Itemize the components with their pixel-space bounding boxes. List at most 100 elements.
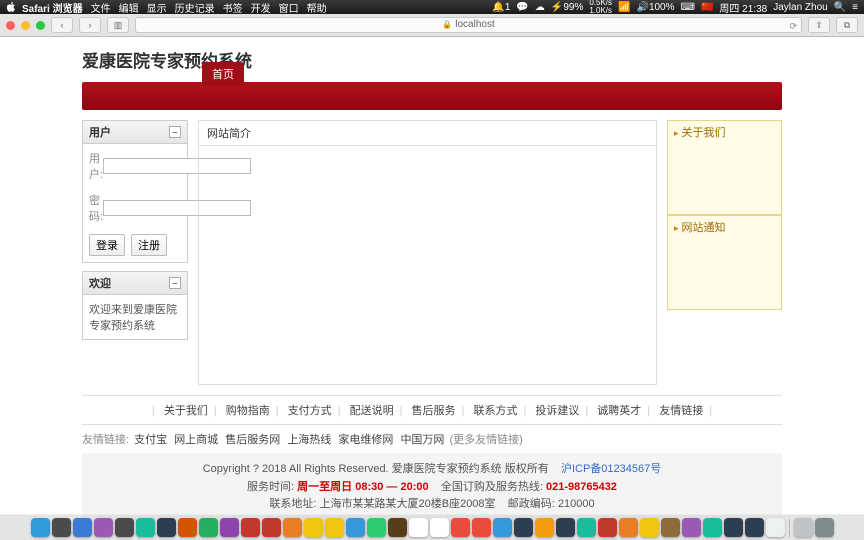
footer-link[interactable]: 关于我们 bbox=[164, 405, 208, 417]
dock-app-icon[interactable] bbox=[388, 518, 407, 537]
tabs-button[interactable]: ⧉ bbox=[836, 17, 858, 33]
footer-link[interactable]: 配送说明 bbox=[350, 405, 394, 417]
forward-button[interactable]: › bbox=[79, 17, 101, 33]
url-bar[interactable]: 🔒localhost ⟳ bbox=[135, 17, 802, 33]
footer-link[interactable]: 友情链接 bbox=[659, 405, 703, 417]
dock-app-icon[interactable] bbox=[304, 518, 323, 537]
window-close-button[interactable] bbox=[6, 21, 15, 30]
dock-app-icon[interactable] bbox=[346, 518, 365, 537]
friend-link[interactable]: 家电维修网 bbox=[338, 434, 393, 446]
flag-icon[interactable]: 🇨🇳 bbox=[701, 2, 713, 13]
dock-app-icon[interactable] bbox=[73, 518, 92, 537]
friend-link[interactable]: 中国万网 bbox=[400, 434, 444, 446]
dock-app-icon[interactable] bbox=[115, 518, 134, 537]
notification-icon[interactable]: 🔔1 bbox=[492, 2, 510, 13]
menu-view[interactable]: 显示 bbox=[147, 0, 167, 15]
footer-link[interactable]: 售后服务 bbox=[412, 405, 456, 417]
dock-app-icon[interactable] bbox=[220, 518, 239, 537]
dock-app-icon[interactable] bbox=[409, 518, 428, 537]
menu-help[interactable]: 帮助 bbox=[307, 0, 327, 15]
menu-file[interactable]: 文件 bbox=[91, 0, 111, 15]
friend-link[interactable]: 上海热线 bbox=[287, 434, 331, 446]
dock-app-icon[interactable] bbox=[745, 518, 764, 537]
dock-app-icon[interactable] bbox=[94, 518, 113, 537]
dock-app-icon[interactable] bbox=[367, 518, 386, 537]
share-button[interactable]: ⇪ bbox=[808, 17, 830, 33]
hotline-label: 全国订购及服务热线: bbox=[441, 481, 543, 493]
dock-app-icon[interactable] bbox=[724, 518, 743, 537]
friend-links-more[interactable]: (更多友情链接) bbox=[450, 434, 523, 446]
dock-app-icon[interactable] bbox=[451, 518, 470, 537]
dock-app-icon[interactable] bbox=[794, 518, 813, 537]
dock-app-icon[interactable] bbox=[472, 518, 491, 537]
nav-tab-home[interactable]: 首页 bbox=[202, 62, 244, 86]
window-maximize-button[interactable] bbox=[36, 21, 45, 30]
dock-app-icon[interactable] bbox=[619, 518, 638, 537]
icp-link[interactable]: 沪ICP备01234567号 bbox=[561, 463, 661, 475]
dock-app-icon[interactable] bbox=[157, 518, 176, 537]
dock-app-icon[interactable] bbox=[262, 518, 281, 537]
dock-app-icon[interactable] bbox=[661, 518, 680, 537]
dock-app-icon[interactable] bbox=[136, 518, 155, 537]
apple-logo-icon bbox=[6, 2, 16, 12]
net-speed: 0.5K/s1.0K/s bbox=[589, 0, 612, 15]
spotlight-icon[interactable]: 🔍 bbox=[834, 2, 846, 13]
back-button[interactable]: ‹ bbox=[51, 17, 73, 33]
footer-link[interactable]: 购物指南 bbox=[226, 405, 270, 417]
dock-app-icon[interactable] bbox=[577, 518, 596, 537]
dock-app-icon[interactable] bbox=[703, 518, 722, 537]
menu-history[interactable]: 历史记录 bbox=[175, 0, 215, 15]
sidebar-toggle-button[interactable]: ▥ bbox=[107, 17, 129, 33]
dock-app-icon[interactable] bbox=[31, 518, 50, 537]
dock-app-icon[interactable] bbox=[241, 518, 260, 537]
footer-link[interactable]: 支付方式 bbox=[288, 405, 332, 417]
menu-edit[interactable]: 编辑 bbox=[119, 0, 139, 15]
dock-app-icon[interactable] bbox=[52, 518, 71, 537]
address-value: 上海市某某路某大厦20楼B座2008室 bbox=[320, 498, 496, 510]
footer-link[interactable]: 联系方式 bbox=[473, 405, 517, 417]
menu-develop[interactable]: 开发 bbox=[251, 0, 271, 15]
collapse-icon[interactable]: – bbox=[169, 126, 181, 138]
register-button[interactable]: 注册 bbox=[131, 234, 167, 256]
dock-app-icon[interactable] bbox=[556, 518, 575, 537]
dock-app-icon[interactable] bbox=[535, 518, 554, 537]
friend-link[interactable]: 售后服务网 bbox=[225, 434, 280, 446]
collapse-icon[interactable]: – bbox=[169, 277, 181, 289]
dock-app-icon[interactable] bbox=[514, 518, 533, 537]
dock-app-icon[interactable] bbox=[766, 518, 785, 537]
dock-app-icon[interactable] bbox=[815, 518, 834, 537]
dock-app-icon[interactable] bbox=[682, 518, 701, 537]
page-footer: | 关于我们| 购物指南| 支付方式| 配送说明| 售后服务| 联系方式| 投诉… bbox=[82, 395, 782, 522]
dock-app-icon[interactable] bbox=[283, 518, 302, 537]
footer-link[interactable]: 投诉建议 bbox=[535, 405, 579, 417]
footer-link[interactable]: 诚聘英才 bbox=[597, 405, 641, 417]
friend-links-label: 友情链接: bbox=[82, 434, 129, 446]
menu-window[interactable]: 窗口 bbox=[279, 0, 299, 15]
dock-app-icon[interactable] bbox=[430, 518, 449, 537]
dock-app-icon[interactable] bbox=[199, 518, 218, 537]
site-intro-panel: 网站简介 bbox=[198, 120, 657, 385]
friend-link[interactable]: 支付宝 bbox=[134, 434, 167, 446]
dock-app-icon[interactable] bbox=[493, 518, 512, 537]
login-button[interactable]: 登录 bbox=[89, 234, 125, 256]
dock-app-icon[interactable] bbox=[178, 518, 197, 537]
wifi-icon[interactable]: 📶 bbox=[618, 2, 630, 13]
dock-app-icon[interactable] bbox=[640, 518, 659, 537]
about-us-title: 关于我们 bbox=[668, 121, 781, 143]
cloud-icon[interactable]: ☁ bbox=[535, 2, 545, 13]
menu-bookmarks[interactable]: 书签 bbox=[223, 0, 243, 15]
dock-app-icon[interactable] bbox=[598, 518, 617, 537]
friend-link[interactable]: 网上商城 bbox=[174, 434, 218, 446]
window-minimize-button[interactable] bbox=[21, 21, 30, 30]
about-us-panel: 关于我们 bbox=[667, 120, 782, 215]
copyright-block: Copyright ? 2018 All Rights Reserved. 爱康… bbox=[82, 453, 782, 522]
wechat-icon[interactable]: 💬 bbox=[516, 2, 528, 13]
dock-app-icon[interactable] bbox=[325, 518, 344, 537]
site-notice-panel: 网站通知 bbox=[667, 215, 782, 310]
password-label: 密码: bbox=[89, 192, 103, 224]
input-icon[interactable]: ⌨ bbox=[681, 2, 695, 13]
macos-dock bbox=[0, 514, 864, 540]
list-icon[interactable]: ≡ bbox=[852, 2, 858, 13]
reload-icon[interactable]: ⟳ bbox=[789, 19, 797, 33]
hotline-value: 021-98765432 bbox=[546, 481, 617, 493]
